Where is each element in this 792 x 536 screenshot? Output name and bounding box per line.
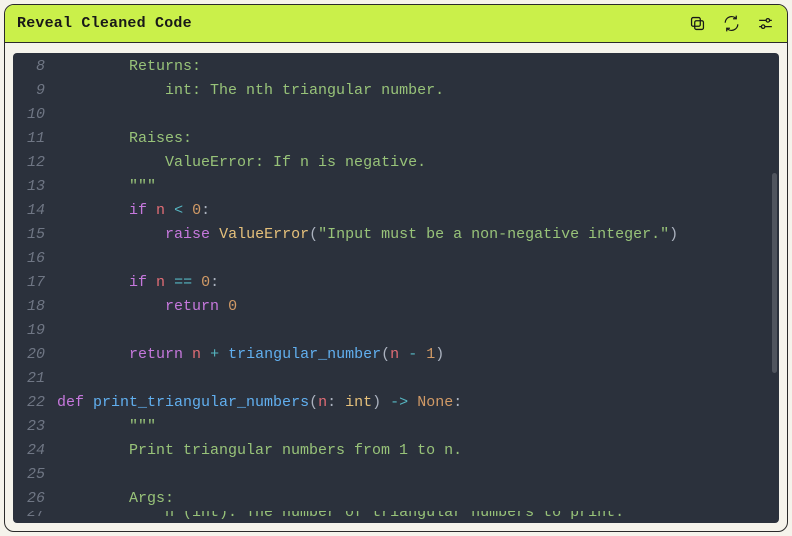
code-line: 21 (13, 367, 765, 391)
scrollbar-thumb[interactable] (772, 173, 777, 373)
code-line: 26 Args: (13, 487, 765, 511)
line-number: 20 (13, 343, 57, 367)
line-content: def print_triangular_numbers(n: int) -> … (57, 391, 765, 415)
line-content: ValueError: If n is negative. (57, 151, 765, 175)
code-area[interactable]: 8 Returns:9 int: The nth triangular numb… (13, 53, 779, 523)
line-content: Raises: (57, 127, 765, 151)
code-line: 14 if n < 0: (13, 199, 765, 223)
line-content: if n == 0: (57, 271, 765, 295)
refresh-icon[interactable] (721, 14, 741, 34)
line-number: 19 (13, 319, 57, 343)
code-line: 10 (13, 103, 765, 127)
code-line: 18 return 0 (13, 295, 765, 319)
line-content: int: The nth triangular number. (57, 79, 765, 103)
line-content (57, 319, 765, 343)
line-number: 17 (13, 271, 57, 295)
line-number: 10 (13, 103, 57, 127)
panel-title: Reveal Cleaned Code (17, 15, 687, 32)
line-number: 15 (13, 223, 57, 247)
line-content: Args: (57, 487, 765, 511)
line-number: 24 (13, 439, 57, 463)
line-number: 9 (13, 79, 57, 103)
line-content (57, 367, 765, 391)
code-line: 20 return n + triangular_number(n - 1) (13, 343, 765, 367)
code-line: 22def print_triangular_numbers(n: int) -… (13, 391, 765, 415)
line-content: if n < 0: (57, 199, 765, 223)
code-line: 19 (13, 319, 765, 343)
code-line: 17 if n == 0: (13, 271, 765, 295)
code-line: 16 (13, 247, 765, 271)
code-line: 15 raise ValueError("Input must be a non… (13, 223, 765, 247)
code-line: 12 ValueError: If n is negative. (13, 151, 765, 175)
line-number: 26 (13, 487, 57, 511)
line-number: 14 (13, 199, 57, 223)
line-number: 25 (13, 463, 57, 487)
line-number: 16 (13, 247, 57, 271)
panel-header: Reveal Cleaned Code (5, 5, 787, 43)
code-line: 23 """ (13, 415, 765, 439)
line-number: 8 (13, 55, 57, 79)
sliders-icon[interactable] (755, 14, 775, 34)
line-number: 23 (13, 415, 57, 439)
line-number: 18 (13, 295, 57, 319)
line-number: 11 (13, 127, 57, 151)
line-content: raise ValueError("Input must be a non-ne… (57, 223, 765, 247)
code-line: 13 """ (13, 175, 765, 199)
code-lines: 8 Returns:9 int: The nth triangular numb… (13, 55, 779, 521)
line-content (57, 463, 765, 487)
line-content (57, 103, 765, 127)
line-content: return n + triangular_number(n - 1) (57, 343, 765, 367)
line-number: 13 (13, 175, 57, 199)
copy-icon[interactable] (687, 14, 707, 34)
code-line: 24 Print triangular numbers from 1 to n. (13, 439, 765, 463)
code-line: 25 (13, 463, 765, 487)
code-line: 27 n (int): The number of triangular num… (13, 511, 765, 521)
line-content: """ (57, 175, 765, 199)
line-number: 22 (13, 391, 57, 415)
code-line: 11 Raises: (13, 127, 765, 151)
line-content: Returns: (57, 55, 765, 79)
line-number: 12 (13, 151, 57, 175)
code-line: 8 Returns: (13, 55, 765, 79)
line-content: """ (57, 415, 765, 439)
line-number: 21 (13, 367, 57, 391)
code-line: 9 int: The nth triangular number. (13, 79, 765, 103)
code-panel: Reveal Cleaned Code (4, 4, 788, 532)
line-content: return 0 (57, 295, 765, 319)
line-content (57, 247, 765, 271)
header-actions (687, 14, 775, 34)
line-content: Print triangular numbers from 1 to n. (57, 439, 765, 463)
